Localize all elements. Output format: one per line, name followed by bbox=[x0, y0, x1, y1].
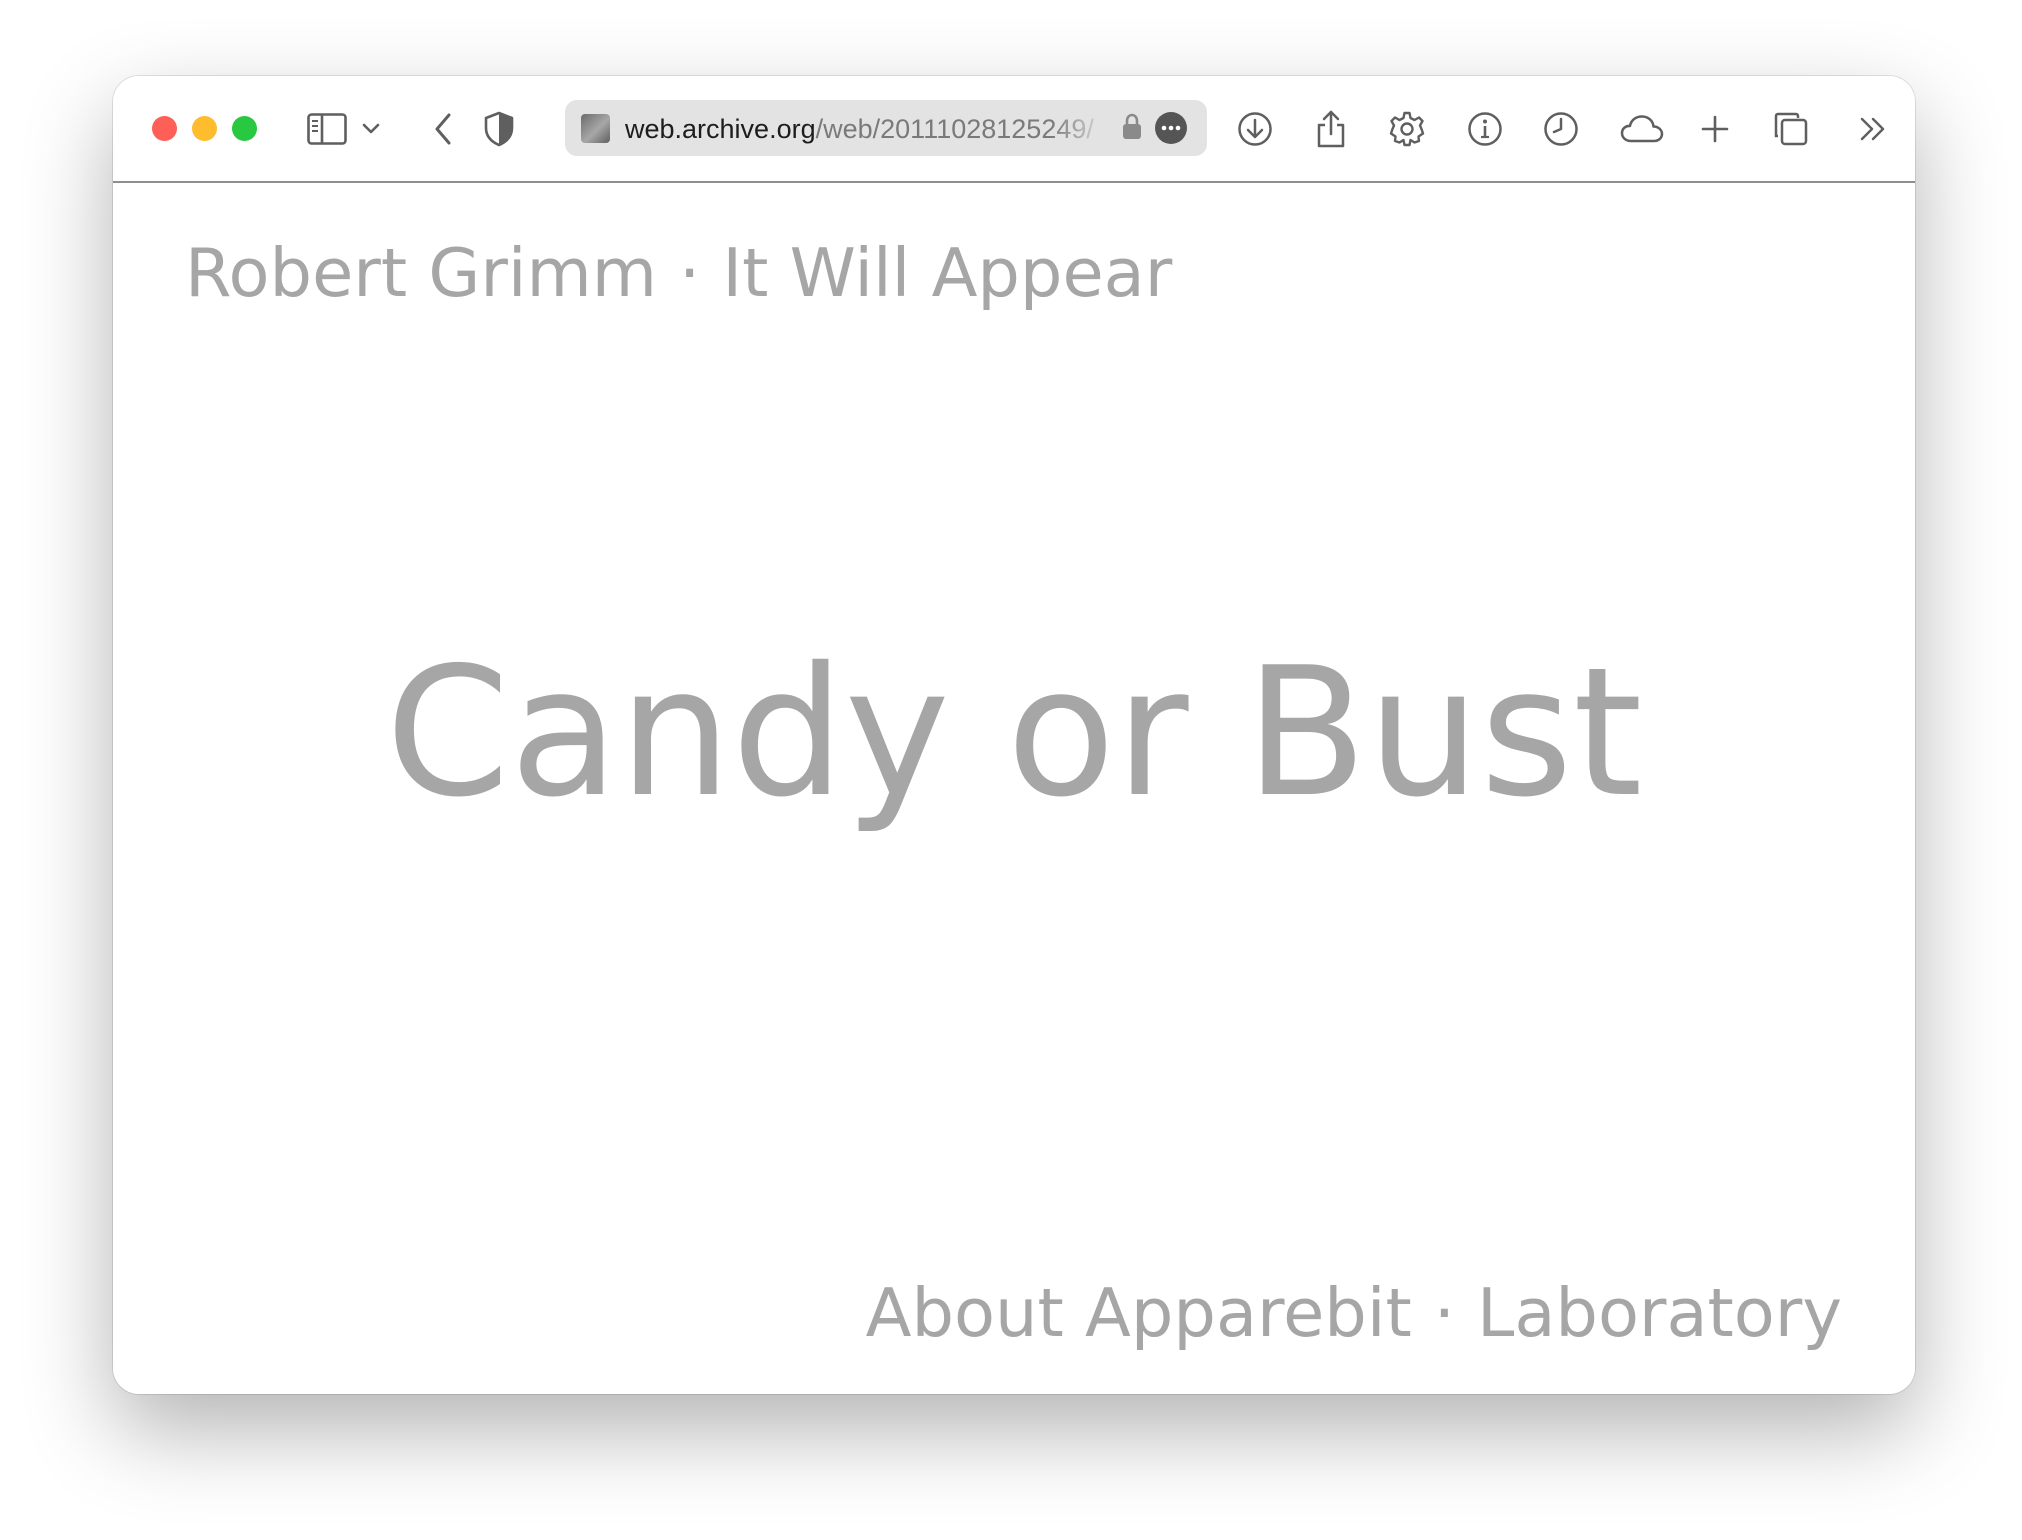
gear-icon[interactable] bbox=[1381, 103, 1433, 155]
page-title: Candy or Bust bbox=[385, 629, 1643, 836]
url-path: /web/20111028125249/ bbox=[815, 114, 1094, 144]
page-menu-icon[interactable] bbox=[1155, 112, 1187, 144]
share-icon[interactable] bbox=[1305, 103, 1357, 155]
site-title-link[interactable]: It Will Appear bbox=[722, 234, 1172, 312]
shield-icon[interactable] bbox=[473, 103, 525, 155]
url-domain: web.archive.org bbox=[625, 114, 816, 144]
footer-separator: · bbox=[1433, 1274, 1456, 1352]
back-icon[interactable] bbox=[417, 103, 469, 155]
screen: web.archive.org/web/20111028125249/ Robe… bbox=[0, 0, 2022, 1540]
clock-icon[interactable] bbox=[1535, 103, 1587, 155]
page-content: Robert Grimm · It Will Appear Candy or Bus… bbox=[113, 183, 1915, 1394]
site-footer: About Apparebit · Laboratory bbox=[866, 1273, 1842, 1353]
info-icon[interactable] bbox=[1459, 103, 1511, 155]
author-link[interactable]: Robert Grimm bbox=[185, 234, 657, 312]
address-bar[interactable]: web.archive.org/web/20111028125249/ bbox=[565, 100, 1207, 156]
browser-window: web.archive.org/web/20111028125249/ Robe… bbox=[113, 76, 1915, 1394]
close-window-button[interactable] bbox=[152, 116, 177, 141]
chevron-down-icon[interactable] bbox=[355, 103, 387, 155]
laboratory-link[interactable]: Laboratory bbox=[1477, 1274, 1842, 1352]
cloud-icon[interactable] bbox=[1612, 103, 1672, 155]
about-link[interactable]: About Apparebit bbox=[866, 1274, 1412, 1352]
sidebar-icon[interactable] bbox=[301, 103, 353, 155]
browser-toolbar: web.archive.org/web/20111028125249/ bbox=[113, 76, 1915, 183]
minimize-window-button[interactable] bbox=[192, 116, 217, 141]
site-header: Robert Grimm · It Will Appear bbox=[185, 233, 1172, 313]
tabs-icon[interactable] bbox=[1765, 103, 1817, 155]
url-text[interactable]: web.archive.org/web/20111028125249/ bbox=[625, 113, 1109, 145]
header-separator: · bbox=[679, 234, 701, 312]
zoom-window-button[interactable] bbox=[232, 116, 257, 141]
site-favicon bbox=[581, 114, 610, 143]
chevrons-right-icon[interactable] bbox=[1847, 103, 1899, 155]
download-icon[interactable] bbox=[1229, 103, 1281, 155]
lock-icon bbox=[1122, 113, 1142, 145]
plus-icon[interactable] bbox=[1689, 103, 1741, 155]
